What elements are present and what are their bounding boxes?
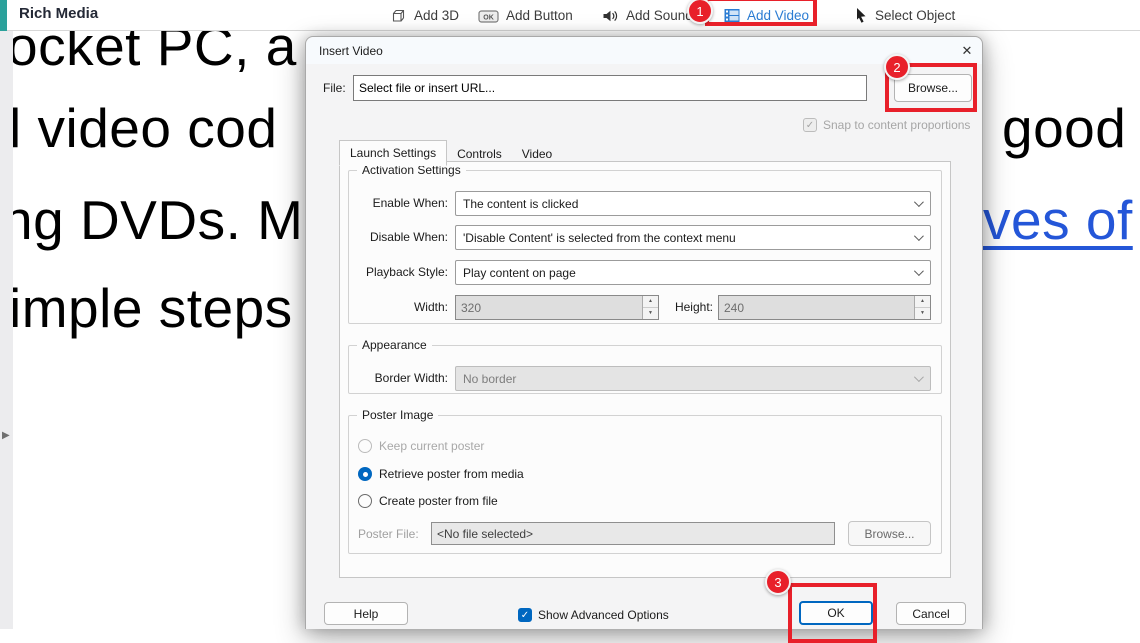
panel-expand-arrow-icon[interactable]: ▶: [2, 430, 10, 441]
speaker-icon: [602, 8, 619, 24]
ok-button[interactable]: OK: [799, 601, 873, 625]
add-video-button[interactable]: Add Video: [724, 0, 809, 31]
toolbar-accent-bar: [0, 0, 7, 31]
insert-video-dialog: Insert Video ✕ File: Browse... ✓ Snap to…: [305, 36, 983, 629]
checkbox-checked-disabled-icon: ✓: [803, 118, 817, 132]
appearance-title: Appearance: [357, 338, 432, 352]
snap-proportions-checkbox: ✓ Snap to content proportions: [803, 118, 970, 132]
height-label: Height:: [615, 300, 713, 314]
height-spinner: ▲ ▼: [914, 296, 930, 319]
retrieve-poster-label: Retrieve poster from media: [379, 467, 524, 481]
playback-style-label: Playback Style:: [350, 265, 448, 279]
add-sound-label: Add Sound: [626, 8, 693, 23]
cursor-arrow-icon: [854, 7, 868, 24]
add-button-button[interactable]: OK Add Button: [478, 0, 573, 31]
cube-3d-icon: [390, 7, 407, 24]
disable-when-dropdown[interactable]: 'Disable Content' is selected from the c…: [455, 225, 931, 250]
height-stepper: ▲ ▼: [718, 295, 931, 320]
launch-settings-tabpage: Activation Settings Enable When: The con…: [339, 161, 951, 578]
checkbox-checked-icon: ✓: [518, 608, 532, 622]
enable-when-dropdown[interactable]: The content is clicked: [455, 191, 931, 216]
add-3d-label: Add 3D: [414, 8, 459, 23]
disable-when-value: 'Disable Content' is selected from the c…: [463, 231, 736, 245]
poster-file-label: Poster File:: [358, 527, 419, 541]
poster-file-input: [431, 522, 835, 545]
select-object-label: Select Object: [875, 8, 955, 23]
add-3d-button[interactable]: Add 3D: [390, 0, 459, 31]
show-advanced-options-checkbox[interactable]: ✓ Show Advanced Options: [518, 608, 669, 622]
appearance-group: Appearance Border Width: No border: [348, 345, 942, 394]
rich-media-toolbar: Rich Media Add 3D OK Add Button Add Soun…: [0, 0, 1140, 31]
tab-launch-settings[interactable]: Launch Settings: [339, 140, 447, 166]
svg-text:OK: OK: [483, 14, 494, 21]
add-sound-button[interactable]: Add Sound: [602, 0, 693, 31]
radio-unselected-icon: [358, 494, 372, 508]
step-2-badge: 2: [884, 54, 910, 80]
playback-style-value: Play content on page: [463, 266, 576, 280]
browse-poster-button[interactable]: Browse...: [848, 521, 931, 546]
width-label: Width:: [350, 300, 448, 314]
enable-when-label: Enable When:: [350, 196, 448, 210]
border-width-dropdown: No border: [455, 366, 931, 391]
chevron-down-icon: [914, 266, 924, 276]
radio-create-poster[interactable]: Create poster from file: [358, 494, 498, 508]
keep-current-poster-label: Keep current poster: [379, 439, 484, 453]
cancel-button[interactable]: Cancel: [896, 602, 966, 625]
spinner-down-icon: ▼: [915, 307, 930, 319]
document-text: imple steps: [9, 276, 293, 340]
document-link-text[interactable]: ves of: [983, 188, 1133, 252]
snap-proportions-label: Snap to content proportions: [823, 118, 970, 132]
help-button[interactable]: Help: [324, 602, 408, 625]
chevron-down-icon: [914, 372, 924, 382]
step-3-badge: 3: [765, 569, 791, 595]
film-strip-icon: [724, 8, 740, 23]
left-panel-strip: [0, 31, 13, 629]
file-url-input[interactable]: [353, 75, 867, 101]
enable-when-value: The content is clicked: [463, 197, 578, 211]
spinner-up-icon: ▲: [915, 296, 930, 307]
radio-keep-current-poster: Keep current poster: [358, 439, 484, 453]
add-button-label: Add Button: [506, 8, 573, 23]
chevron-down-icon: [914, 197, 924, 207]
disable-when-label: Disable When:: [350, 230, 448, 244]
border-width-value: No border: [463, 372, 516, 386]
poster-image-group: Poster Image Keep current poster Retriev…: [348, 415, 942, 554]
show-advanced-options-label: Show Advanced Options: [538, 608, 669, 622]
add-video-label: Add Video: [747, 8, 809, 23]
close-icon[interactable]: ✕: [956, 41, 978, 61]
create-poster-label: Create poster from file: [379, 494, 498, 508]
document-text: ng DVDs. M: [2, 188, 303, 252]
playback-style-dropdown[interactable]: Play content on page: [455, 260, 931, 285]
browse-file-button[interactable]: Browse...: [894, 74, 972, 102]
border-width-label: Border Width:: [350, 371, 448, 385]
ok-button-icon: OK: [478, 8, 499, 24]
file-label: File:: [323, 81, 346, 95]
dialog-title: Insert Video: [319, 44, 383, 58]
select-object-button[interactable]: Select Object: [854, 0, 955, 31]
radio-selected-icon: [358, 467, 372, 481]
document-text: good: [1002, 96, 1126, 160]
toolbar-title: Rich Media: [19, 5, 98, 22]
dialog-titlebar: Insert Video ✕: [306, 37, 982, 64]
document-text: l video cod: [9, 96, 277, 160]
activation-settings-group: Activation Settings Enable When: The con…: [348, 170, 942, 324]
poster-image-title: Poster Image: [357, 408, 438, 422]
radio-disabled-icon: [358, 439, 372, 453]
height-input: [719, 296, 914, 319]
radio-retrieve-poster[interactable]: Retrieve poster from media: [358, 467, 524, 481]
chevron-down-icon: [914, 231, 924, 241]
